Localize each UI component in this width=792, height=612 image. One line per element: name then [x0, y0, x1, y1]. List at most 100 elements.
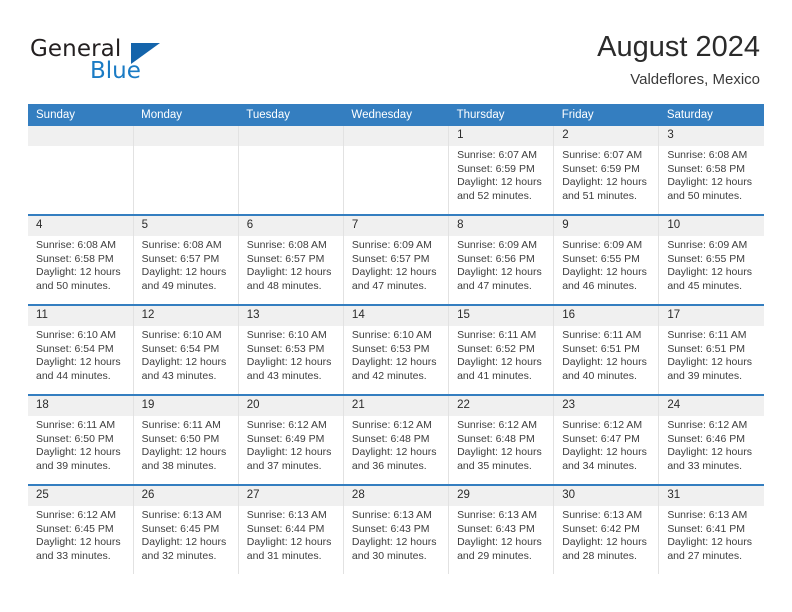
day-cell[interactable]: 14 Sunrise: 6:10 AM Sunset: 6:53 PM Dayligh…	[343, 304, 450, 395]
sunrise-text: Sunrise: 6:09 AM	[562, 239, 643, 251]
sunrise-text: Sunrise: 6:13 AM	[562, 509, 643, 521]
day-cell[interactable]: 28 Sunrise: 6:13 AM Sunset: 6:43 PM Dayligh…	[343, 484, 450, 574]
day-cell[interactable]: 15 Sunrise: 6:11 AM Sunset: 6:52 PM Dayligh…	[448, 304, 555, 395]
day-number: 24	[659, 396, 764, 416]
daylight-text-line2: and 33 minutes.	[36, 549, 111, 562]
sunrise-text: Sunrise: 6:12 AM	[457, 419, 538, 431]
daylight-text-line1: Daylight: 12 hours	[351, 446, 437, 459]
daylight-text-line1: Daylight: 12 hours	[457, 536, 542, 549]
day-number: 10	[659, 216, 764, 236]
sunset-text: Sunset: 6:55 PM	[667, 252, 745, 265]
day-cell[interactable]: 20 Sunrise: 6:12 AM Sunset: 6:49 PM Dayligh…	[238, 394, 344, 485]
daylight-text-line2: and 43 minutes.	[246, 369, 322, 382]
daylight-text-line1: Daylight: 12 hours	[457, 356, 542, 369]
day-cell[interactable]: 10 Sunrise: 6:09 AM Sunset: 6:55 PM Dayligh…	[658, 214, 764, 305]
sunrise-text: Sunrise: 6:09 AM	[457, 239, 538, 251]
sunset-text: Sunset: 6:50 PM	[141, 432, 220, 445]
daylight-text-line2: and 33 minutes.	[667, 459, 743, 472]
day-cell[interactable]: 19 Sunrise: 6:11 AM Sunset: 6:50 PM Dayligh…	[133, 394, 239, 485]
day-cell[interactable]: 12 Sunrise: 6:10 AM Sunset: 6:54 PM Dayligh…	[133, 304, 239, 395]
daylight-text-line2: and 37 minutes.	[246, 459, 322, 472]
daylight-text-line1: Daylight: 12 hours	[457, 266, 542, 279]
day-cell[interactable]: 24 Sunrise: 6:12 AM Sunset: 6:46 PM Dayligh…	[658, 394, 764, 485]
day-cell[interactable]: 22 Sunrise: 6:12 AM Sunset: 6:48 PM Dayligh…	[448, 394, 555, 485]
weekday-header-tuesday: Tuesday	[238, 104, 344, 126]
sunset-text: Sunset: 6:53 PM	[351, 342, 430, 355]
day-sun-info: Sunrise: 6:13 AM Sunset: 6:42 PM Daylight:…	[554, 506, 658, 563]
sunrise-text: Sunrise: 6:07 AM	[562, 149, 643, 161]
day-cell[interactable]: 7 Sunrise: 6:09 AM Sunset: 6:57 PM Daylight…	[343, 214, 450, 305]
day-number	[133, 126, 238, 146]
day-cell[interactable]: 25 Sunrise: 6:12 AM Sunset: 6:45 PM Dayligh…	[28, 484, 134, 574]
day-cell[interactable]: 13 Sunrise: 6:10 AM Sunset: 6:53 PM Dayligh…	[238, 304, 344, 395]
day-cell[interactable]: 1 Sunrise: 6:07 AM Sunset: 6:59 PM Daylight…	[448, 126, 555, 215]
sunset-text: Sunset: 6:48 PM	[351, 432, 430, 445]
day-number: 21	[343, 396, 449, 416]
calendar-week-row: 1 Sunrise: 6:07 AM Sunset: 6:59 PM Daylight…	[28, 126, 764, 215]
day-cell[interactable]: 18 Sunrise: 6:11 AM Sunset: 6:50 PM Dayligh…	[28, 394, 134, 485]
day-number: 4	[28, 216, 133, 236]
day-sun-info: Sunrise: 6:11 AM Sunset: 6:51 PM Daylight:…	[659, 326, 764, 383]
weekday-header-monday: Monday	[133, 104, 239, 126]
sunset-text: Sunset: 6:45 PM	[36, 522, 114, 535]
page-header: General Blue August 2024 Valdeflores, Me…	[0, 0, 792, 104]
day-sun-info: Sunrise: 6:09 AM Sunset: 6:56 PM Daylight:…	[449, 236, 553, 293]
day-sun-info: Sunrise: 6:13 AM Sunset: 6:44 PM Daylight:…	[239, 506, 343, 563]
day-cell[interactable]: 23 Sunrise: 6:12 AM Sunset: 6:47 PM Dayligh…	[553, 394, 660, 485]
day-cell[interactable]: 29 Sunrise: 6:13 AM Sunset: 6:43 PM Dayligh…	[448, 484, 555, 574]
sunrise-text: Sunrise: 6:13 AM	[351, 509, 432, 521]
daylight-text-line1: Daylight: 12 hours	[36, 446, 121, 459]
daylight-text-line1: Daylight: 12 hours	[36, 356, 121, 369]
daylight-text-line1: Daylight: 12 hours	[351, 536, 437, 549]
page-title: August 2024	[597, 31, 760, 63]
day-cell[interactable]: 16 Sunrise: 6:11 AM Sunset: 6:51 PM Dayligh…	[553, 304, 660, 395]
day-sun-info: Sunrise: 6:13 AM Sunset: 6:41 PM Daylight:…	[659, 506, 764, 563]
sunset-text: Sunset: 6:48 PM	[457, 432, 535, 445]
day-cell[interactable]: 9 Sunrise: 6:09 AM Sunset: 6:55 PM Daylight…	[553, 214, 660, 305]
daylight-text-line2: and 34 minutes.	[562, 459, 637, 472]
daylight-text-line2: and 42 minutes.	[351, 369, 427, 382]
sunrise-text: Sunrise: 6:12 AM	[562, 419, 643, 431]
daylight-text-line1: Daylight: 12 hours	[667, 176, 752, 189]
day-cell[interactable]: 3 Sunrise: 6:08 AM Sunset: 6:58 PM Daylight…	[658, 126, 764, 215]
sunrise-text: Sunrise: 6:13 AM	[141, 509, 222, 521]
day-cell[interactable]: 8 Sunrise: 6:09 AM Sunset: 6:56 PM Daylight…	[448, 214, 555, 305]
day-cell[interactable]: 5 Sunrise: 6:08 AM Sunset: 6:57 PM Daylight…	[133, 214, 239, 305]
day-number: 14	[343, 306, 449, 326]
general-blue-logo[interactable]: General Blue	[30, 36, 250, 92]
sunset-text: Sunset: 6:57 PM	[351, 252, 430, 265]
sunrise-text: Sunrise: 6:11 AM	[141, 419, 221, 431]
day-number: 19	[133, 396, 238, 416]
daylight-text-line1: Daylight: 12 hours	[562, 446, 647, 459]
day-sun-info: Sunrise: 6:08 AM Sunset: 6:58 PM Daylight:…	[28, 236, 133, 293]
day-cell[interactable]: 30 Sunrise: 6:13 AM Sunset: 6:42 PM Dayligh…	[553, 484, 660, 574]
sunrise-text: Sunrise: 6:13 AM	[246, 509, 327, 521]
calendar-week-row: 4 Sunrise: 6:08 AM Sunset: 6:58 PM Daylight…	[28, 214, 764, 305]
sunset-text: Sunset: 6:57 PM	[246, 252, 325, 265]
sunrise-text: Sunrise: 6:08 AM	[141, 239, 222, 251]
day-cell[interactable]: 31 Sunrise: 6:13 AM Sunset: 6:41 PM Dayligh…	[658, 484, 764, 574]
sunset-text: Sunset: 6:41 PM	[667, 522, 745, 535]
day-cell[interactable]: 6 Sunrise: 6:08 AM Sunset: 6:57 PM Daylight…	[238, 214, 344, 305]
daylight-text-line2: and 39 minutes.	[36, 459, 111, 472]
sunset-text: Sunset: 6:51 PM	[667, 342, 745, 355]
daylight-text-line1: Daylight: 12 hours	[141, 446, 227, 459]
daylight-text-line2: and 45 minutes.	[667, 279, 743, 292]
day-cell[interactable]: 17 Sunrise: 6:11 AM Sunset: 6:51 PM Dayligh…	[658, 304, 764, 395]
day-cell[interactable]: 4 Sunrise: 6:08 AM Sunset: 6:58 PM Daylight…	[28, 214, 134, 305]
day-cell[interactable]: 2 Sunrise: 6:07 AM Sunset: 6:59 PM Daylight…	[553, 126, 660, 215]
daylight-text-line1: Daylight: 12 hours	[562, 356, 647, 369]
sunset-text: Sunset: 6:53 PM	[246, 342, 325, 355]
day-sun-info: Sunrise: 6:08 AM Sunset: 6:58 PM Daylight:…	[659, 146, 764, 203]
day-cell[interactable]: 26 Sunrise: 6:13 AM Sunset: 6:45 PM Dayligh…	[133, 484, 239, 574]
day-cell[interactable]: 27 Sunrise: 6:13 AM Sunset: 6:44 PM Dayligh…	[238, 484, 344, 574]
day-cell[interactable]: 11 Sunrise: 6:10 AM Sunset: 6:54 PM Dayligh…	[28, 304, 134, 395]
day-sun-info: Sunrise: 6:10 AM Sunset: 6:54 PM Daylight:…	[28, 326, 133, 383]
daylight-text-line2: and 36 minutes.	[351, 459, 427, 472]
sunset-text: Sunset: 6:54 PM	[36, 342, 114, 355]
daylight-text-line2: and 44 minutes.	[36, 369, 111, 382]
day-sun-info: Sunrise: 6:11 AM Sunset: 6:51 PM Daylight:…	[554, 326, 658, 383]
day-cell[interactable]: 21 Sunrise: 6:12 AM Sunset: 6:48 PM Dayligh…	[343, 394, 450, 485]
day-number: 9	[554, 216, 659, 236]
day-number: 31	[659, 486, 764, 506]
